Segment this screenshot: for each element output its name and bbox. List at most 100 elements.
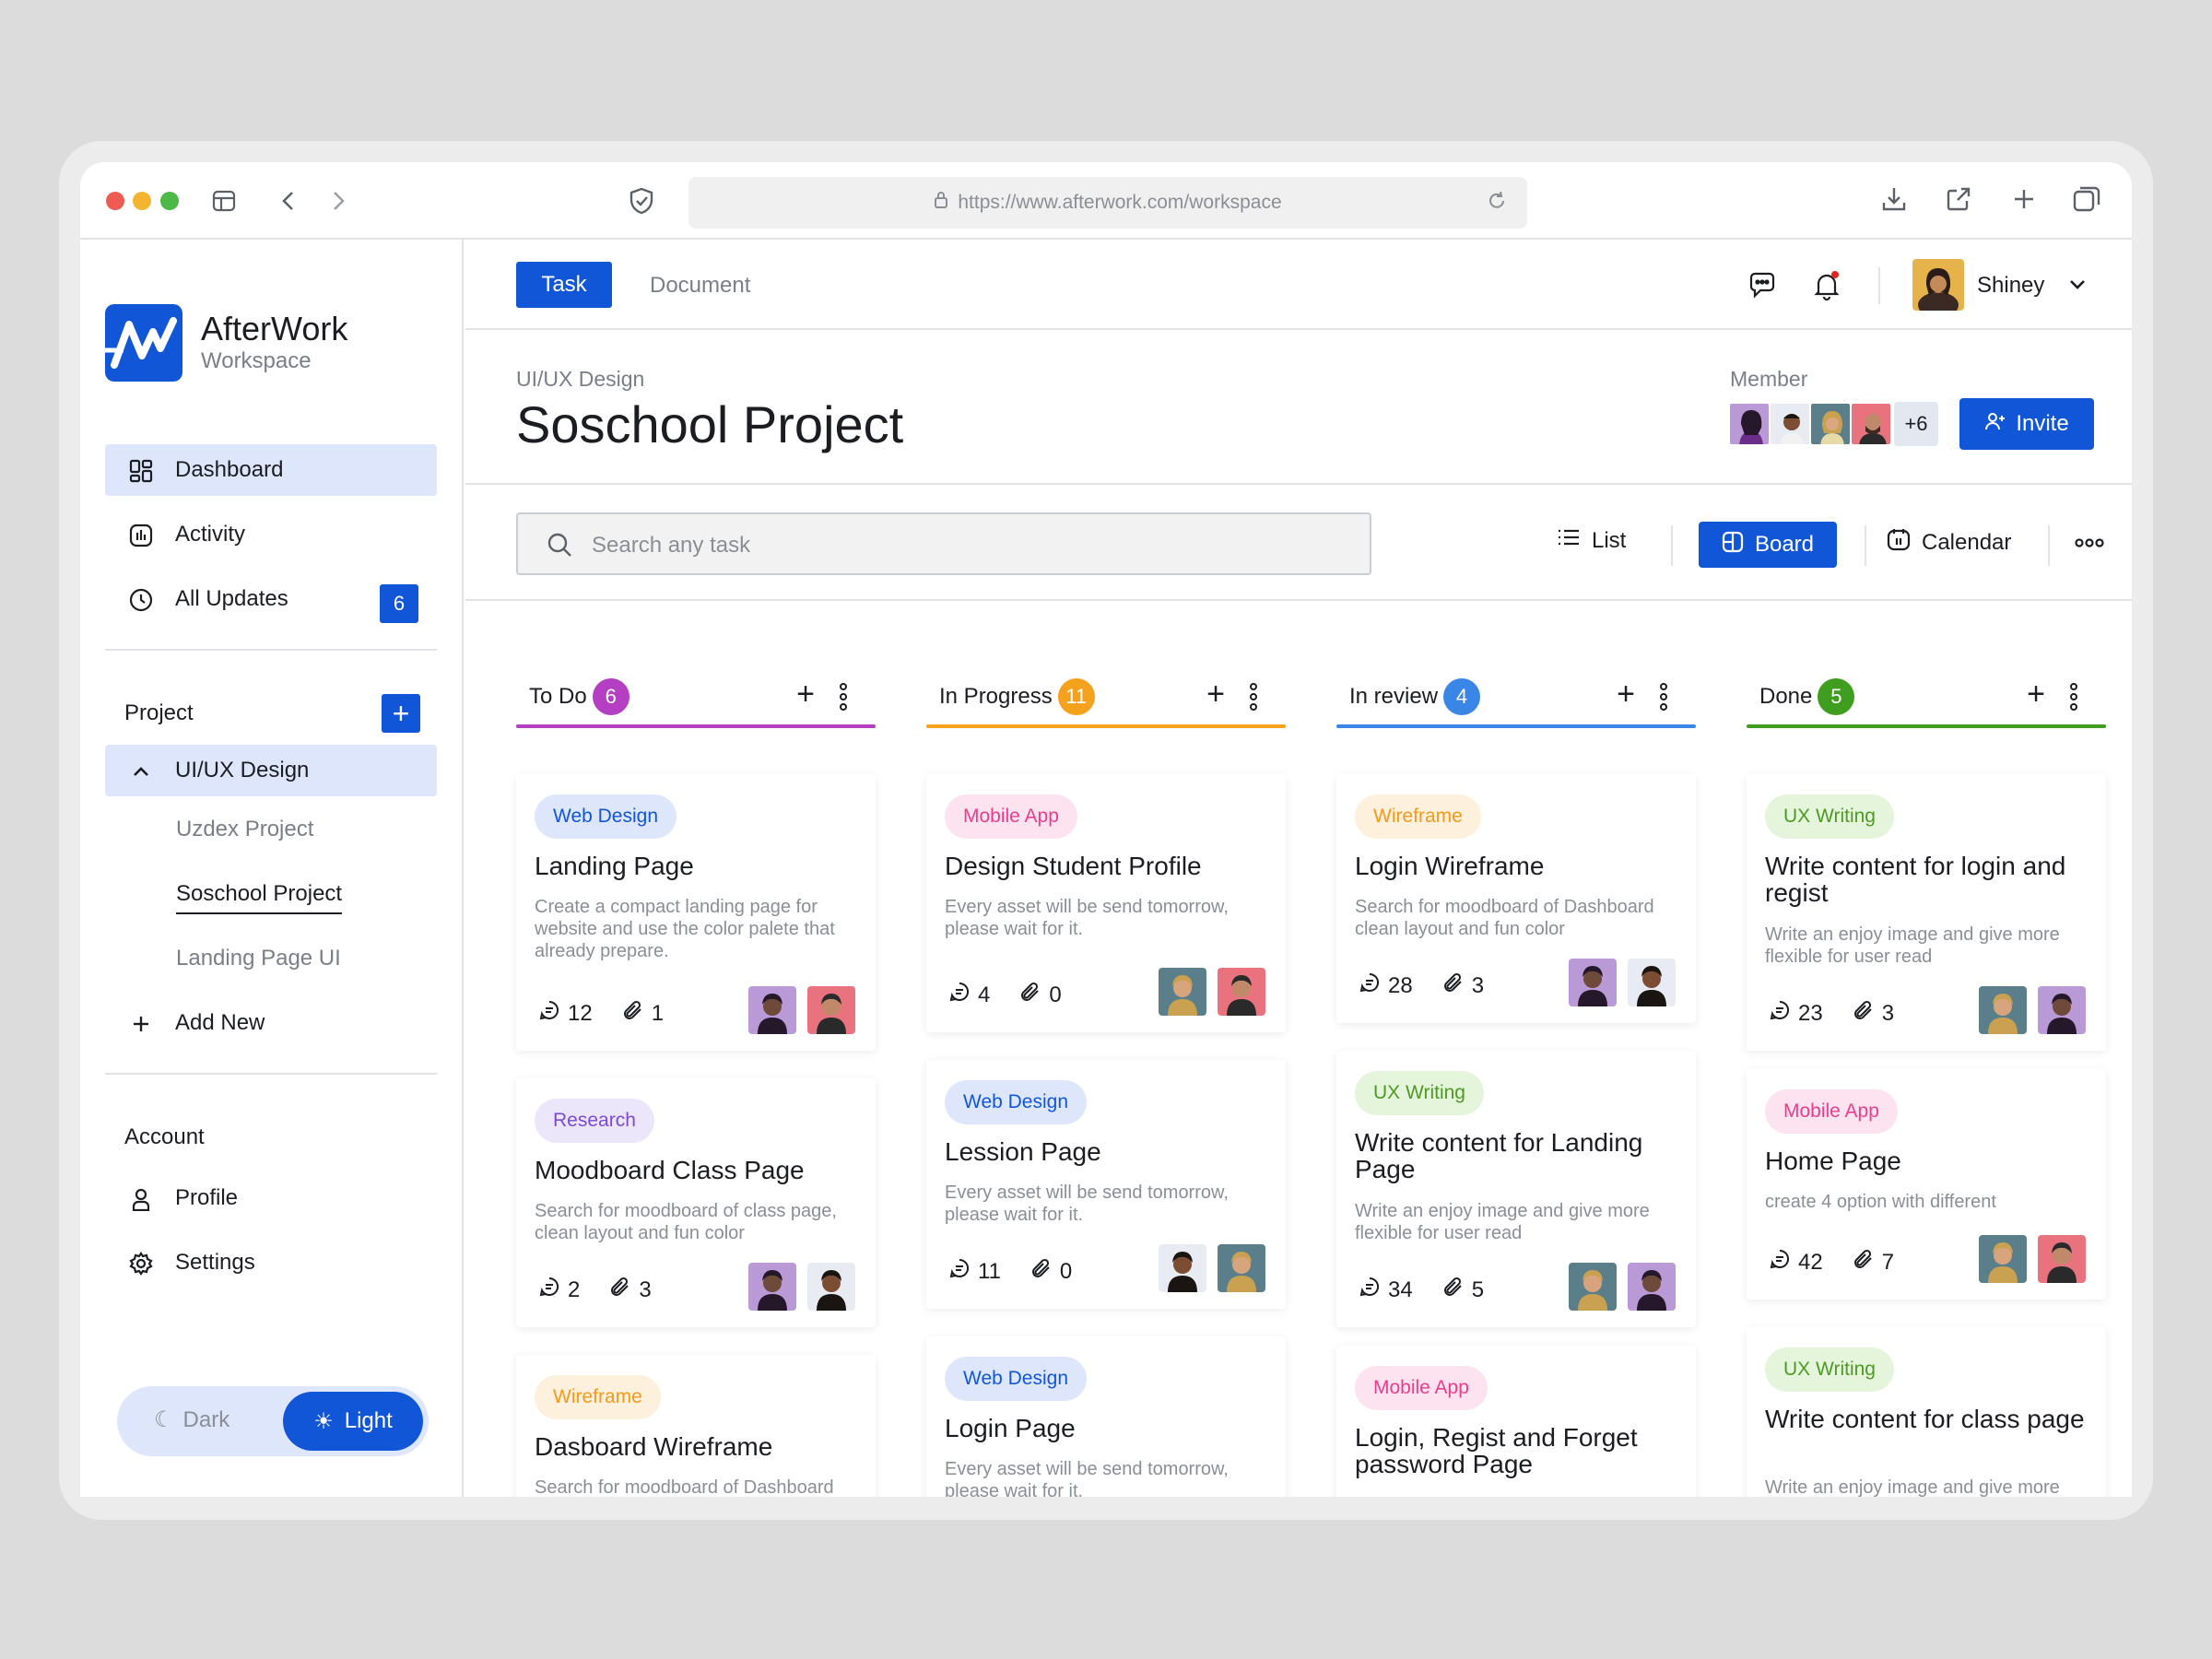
subproject-landing[interactable]: Landing Page UI [176, 946, 341, 971]
assignee-avatar[interactable] [1159, 968, 1206, 1016]
tab-task[interactable]: Task [516, 262, 612, 308]
member-avatar[interactable] [1809, 402, 1852, 446]
task-tag[interactable]: Web Design [945, 1080, 1088, 1124]
more-members-count[interactable]: +6 [1894, 402, 1938, 446]
member-avatar[interactable] [1769, 402, 1811, 446]
task-tag[interactable]: UX Writing [1765, 794, 1894, 839]
task-description: Write an enjoy image and give more flexi… [1765, 924, 2060, 967]
search-input[interactable]: Search any task [516, 512, 1371, 575]
task-card[interactable]: Mobile App Home Page create 4 option with … [1747, 1069, 2106, 1300]
maximize-dot[interactable] [160, 192, 179, 210]
subproject-soschool[interactable]: Soschool Project [176, 881, 343, 914]
assignee-avatar[interactable] [748, 986, 796, 1034]
view-list[interactable]: List [1557, 527, 1626, 554]
view-calendar[interactable]: Calendar [1887, 527, 2011, 558]
add-new-button[interactable]: Add New [105, 997, 437, 1049]
breadcrumb[interactable]: UI/UX Design [516, 367, 644, 392]
tab-document[interactable]: Document [650, 273, 750, 299]
assignee-avatar[interactable] [1218, 1244, 1265, 1292]
column-menu-icon[interactable] [1657, 682, 1670, 718]
assignee-avatar[interactable] [1628, 1263, 1676, 1311]
tabs-overview-icon[interactable] [2071, 184, 2102, 216]
assignee-avatar[interactable] [748, 1263, 796, 1311]
assignee-avatar[interactable] [1218, 968, 1265, 1016]
assignee-avatar[interactable] [1569, 959, 1617, 1006]
column-menu-icon[interactable] [2067, 682, 2080, 718]
sidebar-toggle-icon[interactable] [209, 186, 239, 216]
task-tag[interactable]: Wireframe [1355, 794, 1481, 839]
nav-all-updates[interactable]: All Updates 6 [105, 573, 437, 625]
close-dot[interactable] [106, 192, 124, 210]
assignee-avatar[interactable] [1569, 1263, 1617, 1311]
task-tag[interactable]: Mobile App [1765, 1089, 1898, 1134]
invite-button[interactable]: Invite [1959, 398, 2094, 450]
subproject-uzdex[interactable]: Uzdex Project [176, 817, 313, 842]
assignee-avatar[interactable] [1979, 986, 2027, 1034]
attachment-icon [1442, 1276, 1465, 1304]
dark-mode-option[interactable]: ☾ Dark [154, 1406, 229, 1433]
download-icon[interactable] [1879, 184, 1909, 214]
column-menu-icon[interactable] [837, 682, 850, 718]
task-card[interactable]: UX Writing Write content for Landing Page… [1336, 1051, 1696, 1327]
assignee-avatar[interactable] [2038, 1235, 2086, 1283]
add-task-button[interactable]: + [1617, 678, 1635, 710]
assignee-avatar[interactable] [807, 986, 855, 1034]
assignee-avatar[interactable] [807, 1263, 855, 1311]
task-card[interactable]: Wireframe Login Wireframe Search for moodb… [1336, 774, 1696, 1023]
user-name[interactable]: Shiney [1977, 273, 2044, 299]
minimize-dot[interactable] [133, 192, 151, 210]
task-card[interactable]: UX Writing Write content for login and re… [1747, 774, 2106, 1051]
shield-icon[interactable] [628, 186, 655, 216]
chevron-down-icon[interactable] [2065, 273, 2089, 297]
task-tag[interactable]: UX Writing [1765, 1347, 1894, 1392]
assignee-avatar[interactable] [1159, 1244, 1206, 1292]
more-options-icon[interactable] [2075, 536, 2104, 549]
project-group-uiux[interactable]: UI/UX Design [105, 745, 437, 796]
task-tag[interactable]: Mobile App [945, 794, 1077, 839]
brand-name: AfterWork [201, 310, 348, 347]
task-tag[interactable]: Wireframe [535, 1375, 661, 1419]
task-tag[interactable]: Mobile App [1355, 1366, 1488, 1410]
attachment-icon [622, 999, 644, 1028]
task-card[interactable]: UX Writing Write content for class page Wr… [1747, 1327, 2106, 1497]
nav-profile[interactable]: Profile [105, 1172, 437, 1224]
task-tag[interactable]: Research [535, 1099, 654, 1143]
nav-activity[interactable]: Activity [105, 509, 437, 560]
nav-settings[interactable]: Settings [105, 1237, 437, 1288]
column-menu-icon[interactable] [1247, 682, 1260, 718]
task-card[interactable]: Web Design Landing Page Create a compact l… [516, 774, 876, 1051]
task-tag[interactable]: UX Writing [1355, 1071, 1484, 1115]
member-avatar[interactable] [1850, 402, 1892, 446]
task-card[interactable]: Mobile App Login, Regist and Forget passw… [1336, 1346, 1696, 1497]
task-tag[interactable]: Web Design [535, 794, 677, 839]
assignee-avatar[interactable] [1979, 1235, 2027, 1283]
task-tag[interactable]: Web Design [945, 1357, 1088, 1401]
theme-toggle[interactable]: ☾ Dark ☀ Light [117, 1386, 429, 1456]
task-card[interactable]: Research Moodboard Class Page Search for m… [516, 1078, 876, 1327]
add-project-button[interactable]: + [382, 694, 420, 733]
task-card[interactable]: Web Design Login Page Every asset will be … [926, 1336, 1286, 1497]
task-card[interactable]: Mobile App Design Student Profile Every as… [926, 774, 1286, 1032]
nav-dashboard[interactable]: Dashboard [105, 444, 437, 496]
forward-icon[interactable] [327, 188, 349, 214]
new-tab-icon[interactable] [2009, 184, 2039, 214]
task-card[interactable]: Wireframe Dasboard Wireframe Search for mo… [516, 1355, 876, 1497]
back-icon[interactable] [277, 188, 300, 214]
dark-label: Dark [182, 1406, 230, 1432]
assignee-avatar[interactable] [1628, 959, 1676, 1006]
bell-icon[interactable] [1811, 270, 1842, 301]
user-avatar[interactable] [1912, 259, 1964, 311]
light-mode-option[interactable]: ☀ Light [283, 1392, 423, 1451]
reload-icon[interactable] [1487, 190, 1507, 218]
share-icon[interactable] [1944, 184, 1973, 214]
task-card[interactable]: Web Design Lession Page Every asset will b… [926, 1060, 1286, 1309]
member-avatar[interactable] [1728, 402, 1771, 446]
view-board[interactable]: Board [1699, 522, 1837, 568]
column-in-review: In review 4 + [1336, 673, 1696, 728]
chat-icon[interactable] [1747, 270, 1777, 300]
assignee-avatar[interactable] [2038, 986, 2086, 1034]
add-task-button[interactable]: + [796, 678, 815, 710]
add-task-button[interactable]: + [2027, 678, 2045, 710]
add-task-button[interactable]: + [1206, 678, 1225, 710]
address-bar[interactable]: https://www.afterwork.com/workspace [688, 177, 1527, 229]
